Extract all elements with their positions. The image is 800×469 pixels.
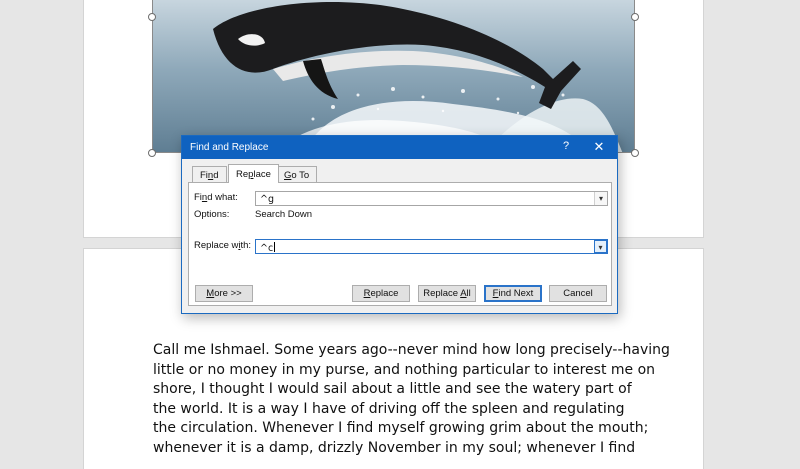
replace-button[interactable]: Replace xyxy=(352,285,410,302)
replace-with-value: ^c xyxy=(260,243,274,254)
find-replace-dialog: Find and Replace ? ✕ Find Replace Go To … xyxy=(181,135,618,314)
text-line: shore, I thought I would sail about a li… xyxy=(153,381,632,397)
document-body-text: Call me Ishmael. Some years ago--never m… xyxy=(153,341,670,458)
close-icon[interactable]: ✕ xyxy=(592,139,606,155)
dialog-title-bar[interactable]: Find and Replace ? ✕ xyxy=(182,136,617,159)
dialog-title: Find and Replace xyxy=(190,142,269,153)
text-line: whenever it is a damp, drizzly November … xyxy=(153,439,636,456)
find-next-button[interactable]: Find Next xyxy=(484,285,542,302)
tab-go-to[interactable]: Go To xyxy=(276,166,318,182)
help-icon[interactable]: ? xyxy=(560,140,572,152)
image-resize-handle[interactable] xyxy=(631,13,639,21)
text-line: the circulation. Whenever I find myself … xyxy=(153,420,649,436)
tab-label: lace xyxy=(253,169,271,180)
replace-with-label: Replace with: xyxy=(194,240,252,251)
image-resize-handle[interactable] xyxy=(631,149,639,157)
tab-replace[interactable]: Replace xyxy=(228,164,279,183)
options-label: Options: xyxy=(194,209,230,220)
options-value: Search Down xyxy=(255,209,313,220)
tab-label: d xyxy=(213,170,219,181)
tab-label: Fi xyxy=(200,170,208,181)
text-caret xyxy=(274,242,276,252)
tab-find[interactable]: Find xyxy=(192,166,227,182)
replace-tab-panel: Find what: ^g ▾ Options: Search Down Rep… xyxy=(188,182,612,306)
text-line: Call me Ishmael. Some years ago--never m… xyxy=(153,342,670,358)
replace-all-button[interactable]: Replace All xyxy=(418,285,476,302)
find-what-value: ^g xyxy=(260,194,274,205)
image-resize-handle[interactable] xyxy=(148,149,156,157)
orca-illustration xyxy=(153,0,634,152)
image-resize-handle[interactable] xyxy=(148,13,156,21)
chevron-down-icon[interactable]: ▾ xyxy=(594,240,607,253)
find-what-input[interactable]: ^g ▾ xyxy=(255,191,608,206)
orca-image[interactable] xyxy=(152,0,635,153)
tab-label: o To xyxy=(291,170,310,181)
text-line: little or no money in my purse, and noth… xyxy=(153,361,656,378)
tab-label: Re xyxy=(236,169,249,180)
find-what-label: Find what: xyxy=(194,192,238,203)
text-line: the world. It is a way I have of driving… xyxy=(153,400,625,417)
chevron-down-icon[interactable]: ▾ xyxy=(594,192,607,205)
more-button[interactable]: More >> xyxy=(195,285,253,302)
replace-with-input[interactable]: ^c ▾ xyxy=(255,239,608,254)
cancel-button[interactable]: Cancel xyxy=(549,285,607,302)
